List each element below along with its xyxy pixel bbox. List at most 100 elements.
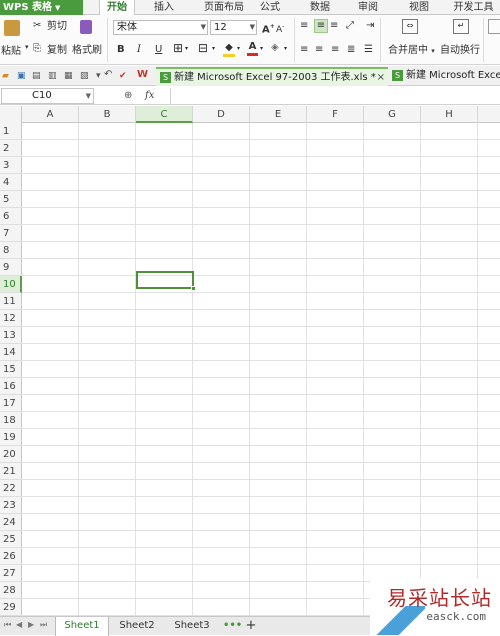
align-right-icon[interactable]: ≡ (331, 44, 339, 56)
tab-home[interactable]: 开始 (99, 0, 135, 16)
row-header-18[interactable]: 18 (0, 412, 22, 429)
app-menu-button[interactable]: WPS 表格 ▼ (0, 0, 83, 15)
chevron-down-icon[interactable]: ▾ (237, 43, 240, 55)
tab-review[interactable]: 审阅 (353, 0, 383, 15)
copy-button[interactable]: 复制 (47, 44, 67, 57)
paste-icon[interactable] (4, 20, 20, 36)
tab-developer[interactable]: 开发工具 (447, 0, 500, 15)
row-header-7[interactable]: 7 (0, 225, 22, 242)
column-header-b[interactable]: B (79, 106, 136, 123)
print-icon[interactable]: ▦ (64, 70, 73, 82)
merge-cells-icon[interactable]: ⊟ (198, 42, 208, 54)
name-box[interactable]: C10 ▼ (1, 88, 94, 104)
paste-button[interactable]: 粘贴 (1, 45, 21, 58)
row-header-27[interactable]: 27 (0, 565, 22, 582)
tab-data[interactable]: 数据 (305, 0, 335, 15)
open-icon[interactable]: ▰ (2, 70, 9, 82)
tab-view[interactable]: 视图 (404, 0, 434, 15)
column-header-h[interactable]: H (421, 106, 478, 123)
fill-handle[interactable] (191, 286, 196, 291)
font-size-select[interactable]: 12 ▼ (210, 20, 257, 35)
column-header-f[interactable]: F (307, 106, 364, 123)
row-header-4[interactable]: 4 (0, 174, 22, 191)
row-header-23[interactable]: 23 (0, 497, 22, 514)
row-header-17[interactable]: 17 (0, 395, 22, 412)
preview-icon[interactable]: ▧ (80, 70, 89, 82)
sheet-tab-sheet1[interactable]: Sheet1 (55, 617, 109, 636)
row-header-12[interactable]: 12 (0, 310, 22, 327)
formula-input[interactable] (170, 88, 499, 104)
row-header-29[interactable]: 29 (0, 599, 22, 616)
tab-formulas[interactable]: 公式 (255, 0, 285, 15)
font-family-select[interactable]: 宋体 ▼ (113, 20, 208, 35)
chevron-down-icon[interactable]: ▾ (185, 43, 188, 55)
chevron-down-icon[interactable]: ▾ (96, 70, 101, 82)
doc-tab[interactable]: S 新建 Microsoft Excel (388, 67, 500, 86)
fx-button[interactable]: fx (145, 90, 154, 102)
row-header-28[interactable]: 28 (0, 582, 22, 599)
italic-button[interactable]: I (137, 44, 141, 56)
justify-icon[interactable]: ≣ (347, 44, 355, 56)
row-header-21[interactable]: 21 (0, 463, 22, 480)
align-left-icon[interactable]: ≡ (300, 44, 308, 56)
doc-tab-active[interactable]: S 新建 Microsoft Excel 97-2003 工作表.xls * × (156, 67, 388, 86)
last-sheet-icon[interactable]: ⏭ (40, 620, 47, 630)
decrease-font-size-icon[interactable]: A- (276, 21, 284, 36)
close-icon[interactable]: × (377, 69, 385, 86)
row-header-5[interactable]: 5 (0, 191, 22, 208)
more-sheets-button[interactable]: ••• (223, 617, 242, 636)
row-header-13[interactable]: 13 (0, 327, 22, 344)
undo-icon[interactable]: ↶ (104, 69, 112, 81)
orientation-icon[interactable]: ⤢ (346, 20, 354, 32)
sheet-tab-sheet3[interactable]: Sheet3 (165, 617, 219, 636)
row-header-19[interactable]: 19 (0, 429, 22, 446)
add-sheet-button[interactable]: + (243, 617, 259, 636)
format-painter-button[interactable]: 格式刷 (72, 44, 102, 57)
font-color-icon[interactable]: A (247, 41, 258, 56)
wrap-text-icon[interactable]: ↵ (453, 19, 469, 34)
cut-button[interactable]: 剪切 (47, 20, 67, 33)
row-header-1[interactable]: 1 (0, 123, 22, 140)
chevron-down-icon[interactable]: ▾ (260, 43, 263, 55)
row-header-6[interactable]: 6 (0, 208, 22, 225)
row-header-20[interactable]: 20 (0, 446, 22, 463)
save-icon[interactable]: ▣ (17, 70, 26, 82)
row-header-16[interactable]: 16 (0, 378, 22, 395)
row-header-15[interactable]: 15 (0, 361, 22, 378)
wrap-text-button[interactable]: 自动换行 (440, 44, 480, 57)
align-top-icon[interactable]: ≡ (300, 20, 308, 32)
zoom-icon[interactable]: ⊕ (124, 90, 132, 102)
merge-center-button[interactable]: 合并居中 ▾ (388, 44, 435, 58)
export-pdf-icon[interactable]: ▥ (48, 70, 57, 82)
prev-sheet-icon[interactable]: ◀ (16, 620, 22, 629)
column-header-d[interactable]: D (193, 106, 250, 123)
align-middle-icon[interactable]: ≡ (314, 19, 328, 33)
align-bottom-icon[interactable]: ≡ (330, 20, 338, 32)
next-sheet-icon[interactable]: ▶ (28, 620, 34, 629)
active-cell[interactable] (136, 271, 196, 291)
column-header-a[interactable]: A (22, 106, 79, 123)
row-header-11[interactable]: 11 (0, 293, 22, 310)
format-painter-icon[interactable] (80, 20, 92, 34)
column-header-c[interactable]: C (136, 106, 193, 123)
format-icon[interactable] (488, 19, 500, 34)
column-header-g[interactable]: G (364, 106, 421, 123)
row-header-25[interactable]: 25 (0, 531, 22, 548)
row-header-9[interactable]: 9 (0, 259, 22, 276)
tab-page-layout[interactable]: 页面布局 (195, 0, 253, 15)
row-header-26[interactable]: 26 (0, 548, 22, 565)
indent-icon[interactable]: ⇥ (366, 20, 374, 32)
tab-insert[interactable]: 插入 (148, 0, 180, 15)
row-header-24[interactable]: 24 (0, 514, 22, 531)
row-header-22[interactable]: 22 (0, 480, 22, 497)
spell-check-icon[interactable]: ✔ (119, 70, 127, 82)
copy-icon[interactable]: ⎘ (33, 43, 41, 55)
sheet-tab-sheet2[interactable]: Sheet2 (110, 617, 164, 636)
bold-button[interactable]: B (117, 44, 125, 56)
underline-button[interactable]: U (155, 44, 162, 56)
row-header-2[interactable]: 2 (0, 140, 22, 157)
print-preview-icon[interactable]: ▤ (32, 70, 41, 82)
align-center-icon[interactable]: ≡ (315, 44, 323, 56)
borders-icon[interactable]: ⊞ (173, 42, 183, 54)
distributed-icon[interactable]: ☰ (364, 44, 373, 56)
